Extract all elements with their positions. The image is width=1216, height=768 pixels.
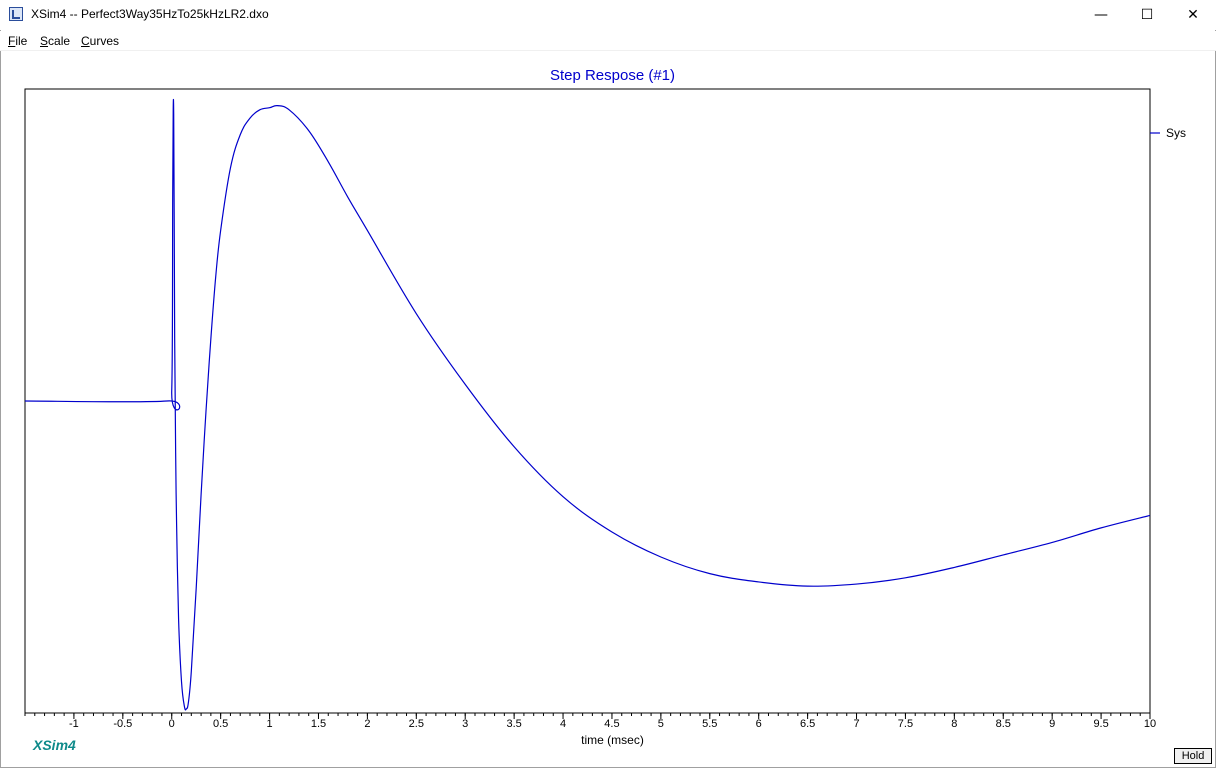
x-tick-label: 8.5	[996, 718, 1011, 730]
x-tick-label: 4	[560, 718, 566, 730]
x-tick-label: 2.5	[409, 718, 424, 730]
x-tick-label: 8	[951, 718, 957, 730]
x-tick-label: 6	[756, 718, 762, 730]
x-tick-label: -1	[69, 718, 79, 730]
x-tick-label: 3	[462, 718, 468, 730]
series-line-sys[interactable]	[24, 98, 1151, 711]
x-tick-label: 0	[169, 718, 175, 730]
x-tick-label: 0.5	[213, 718, 228, 730]
menu-bar: File Scale Curves	[0, 31, 1216, 51]
title-bar[interactable]: XSim4 -- Perfect3Way35HzTo25kHzLR2.dxo —…	[0, 0, 1216, 30]
step-response-chart[interactable]: Step Respose (#1) -1 -0.5 0 0.5 1 1.5 2 2.5 3 3.5 4…	[0, 50, 1216, 748]
x-tick-label: 5.5	[702, 718, 717, 730]
window-title: XSim4 -- Perfect3Way35HzTo25kHzLR2.dxo	[31, 7, 269, 21]
menu-curves[interactable]: Curves	[81, 34, 119, 48]
x-tick-label: 4.5	[604, 718, 619, 730]
x-tick-label: 7.5	[898, 718, 913, 730]
x-tick-label: 9	[1049, 718, 1055, 730]
x-tick-label: -0.5	[113, 718, 132, 730]
app-chart-icon[interactable]	[9, 7, 23, 21]
x-tick-label: 9.5	[1093, 718, 1108, 730]
x-tick-label: 7	[853, 718, 859, 730]
x-tick-label: 5	[658, 718, 664, 730]
x-tick-label: 10	[1144, 718, 1156, 730]
x-tick-label: 1	[267, 718, 273, 730]
close-button[interactable]: ✕	[1170, 0, 1216, 30]
brand-logo-text: XSim4	[33, 737, 76, 753]
x-tick-label: 1.5	[311, 718, 326, 730]
hold-button[interactable]: Hold	[1174, 748, 1212, 764]
chart-title: Step Respose (#1)	[550, 67, 675, 84]
x-tick-label: 6.5	[800, 718, 815, 730]
menu-scale[interactable]: Scale	[40, 34, 70, 48]
x-axis-label: time (msec)	[581, 733, 644, 747]
x-tick-label: 3.5	[506, 718, 521, 730]
plot-frame	[24, 88, 1151, 714]
maximize-button[interactable]: ☐	[1124, 0, 1170, 30]
menu-file[interactable]: File	[8, 34, 27, 48]
legend-label[interactable]: Sys	[1166, 126, 1186, 140]
x-tick-label: 2	[364, 718, 370, 730]
minimize-button[interactable]: —	[1078, 0, 1124, 30]
